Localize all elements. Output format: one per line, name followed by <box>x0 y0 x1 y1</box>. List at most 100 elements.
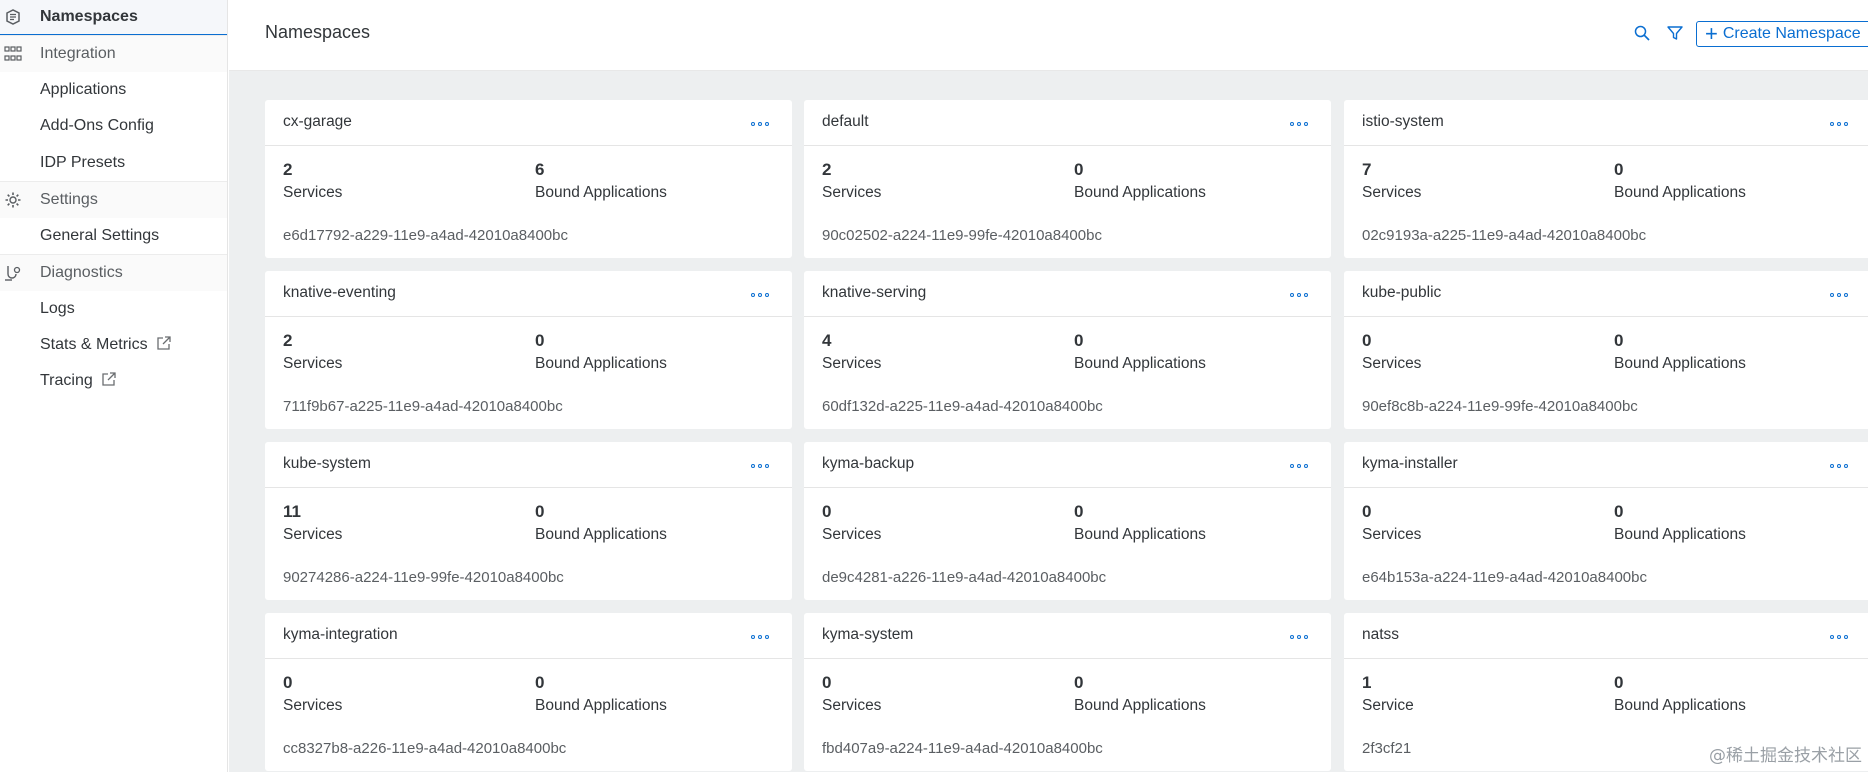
services-label: Services <box>1362 355 1422 372</box>
bound-applications-count: 0 <box>1074 160 1084 179</box>
sidebar-item-addons-config[interactable]: Add-Ons Config <box>0 108 227 145</box>
sidebar-item-label: Logs <box>40 299 75 317</box>
services-count: 0 <box>822 673 832 692</box>
namespace-name[interactable]: istio-system <box>1362 113 1444 131</box>
create-namespace-button[interactable]: + Create Namespace <box>1696 21 1868 47</box>
namespace-card[interactable]: kyma-integration 0 Services 0 Bound Applic… <box>265 613 792 771</box>
namespace-name[interactable]: kyma-system <box>822 626 913 644</box>
services-label: Service <box>1362 697 1414 714</box>
external-link-icon <box>101 371 117 392</box>
services-count: 11 <box>283 502 301 521</box>
bound-applications-label: Bound Applications <box>535 697 667 714</box>
more-options-icon[interactable] <box>1830 289 1854 301</box>
sidebar-category-settings[interactable]: Settings <box>0 181 227 218</box>
sidebar-item-idp-presets[interactable]: IDP Presets <box>0 145 227 182</box>
services-count: 0 <box>822 502 832 521</box>
bound-applications-count: 0 <box>1074 502 1084 521</box>
namespace-name[interactable]: kube-system <box>283 455 371 473</box>
namespace-name[interactable]: knative-serving <box>822 284 926 302</box>
services-count: 0 <box>1362 502 1372 521</box>
namespace-card[interactable]: kyma-system 0 Services 0 Bound Application… <box>804 613 1331 771</box>
services-label: Services <box>822 355 882 372</box>
bound-applications-label: Bound Applications <box>1614 697 1746 714</box>
sidebar-item-label: General Settings <box>40 226 160 244</box>
plus-icon: + <box>1705 21 1718 46</box>
page-title: Namespaces <box>265 22 371 42</box>
services-count: 0 <box>283 673 293 692</box>
sidebar-item-label: Applications <box>40 80 127 98</box>
namespace-name[interactable]: default <box>822 113 869 131</box>
namespace-name[interactable]: kyma-integration <box>283 626 398 644</box>
bound-applications-label: Bound Applications <box>1614 355 1746 372</box>
namespace-card[interactable]: knative-serving 4 Services 0 Bound Applica… <box>804 271 1331 429</box>
namespace-card[interactable]: kube-public 0 Services 0 Bound Application… <box>1344 271 1868 429</box>
sidebar-item-general-settings[interactable]: General Settings <box>0 218 227 255</box>
namespace-card[interactable]: kube-system 11 Services 0 Bound Applicatio… <box>265 442 792 600</box>
bound-applications-label: Bound Applications <box>1614 184 1746 201</box>
more-options-icon[interactable] <box>1290 631 1314 643</box>
more-options-icon[interactable] <box>1290 118 1314 130</box>
services-label: Services <box>822 184 882 201</box>
gear-icon <box>3 190 23 210</box>
sidebar-item-tracing[interactable]: Tracing <box>0 364 227 401</box>
sidebar-category-diagnostics[interactable]: Diagnostics <box>0 254 227 291</box>
namespace-uid: 90274286-a224-11e9-99fe-42010a8400bc <box>283 569 564 586</box>
sidebar-item-stats-metrics[interactable]: Stats & Metrics <box>0 327 227 364</box>
search-icon[interactable] <box>1633 24 1651 42</box>
integration-icon <box>3 44 23 64</box>
services-count: 7 <box>1362 160 1372 179</box>
namespace-card[interactable]: cx-garage 2 Services 6 Bound Applications … <box>265 100 792 258</box>
services-count: 2 <box>283 160 293 179</box>
bound-applications-count: 0 <box>1614 502 1624 521</box>
namespace-name[interactable]: kyma-backup <box>822 455 914 473</box>
more-options-icon[interactable] <box>751 289 775 301</box>
sidebar-item-namespaces[interactable]: Namespaces <box>0 0 227 35</box>
namespace-card[interactable]: knative-eventing 2 Services 0 Bound Applic… <box>265 271 792 429</box>
namespace-uid: 2f3cf21 <box>1362 740 1412 757</box>
sidebar: Namespaces Integration Applications Add-… <box>0 0 228 772</box>
namespace-uid: 02c9193a-a225-11e9-a4ad-42010a8400bc <box>1362 227 1647 244</box>
namespace-name[interactable]: kube-public <box>1362 284 1441 302</box>
namespace-uid: de9c4281-a226-11e9-a4ad-42010a8400bc <box>822 569 1107 586</box>
namespace-name[interactable]: cx-garage <box>283 113 352 131</box>
more-options-icon[interactable] <box>751 118 775 130</box>
sidebar-category-integration[interactable]: Integration <box>0 35 227 72</box>
namespace-uid: 90ef8c8b-a224-11e9-99fe-42010a8400bc <box>1362 398 1638 415</box>
services-count: 2 <box>822 160 832 179</box>
sidebar-item-logs[interactable]: Logs <box>0 291 227 328</box>
namespace-uid: fbd407a9-a224-11e9-a4ad-42010a8400bc <box>822 740 1103 757</box>
bound-applications-count: 0 <box>1074 673 1084 692</box>
services-label: Services <box>822 697 882 714</box>
services-label: Services <box>1362 184 1422 201</box>
more-options-icon[interactable] <box>751 631 775 643</box>
sidebar-category-label: Diagnostics <box>40 263 123 281</box>
namespace-uid: 711f9b67-a225-11e9-a4ad-42010a8400bc <box>283 398 563 415</box>
namespace-name[interactable]: natss <box>1362 626 1399 644</box>
bound-applications-count: 0 <box>535 331 545 350</box>
bound-applications-count: 0 <box>1614 331 1624 350</box>
sidebar-item-label: Add-Ons Config <box>40 117 154 135</box>
services-label: Services <box>283 697 343 714</box>
watermark: @稀土掘金技术社区 <box>1709 746 1862 766</box>
more-options-icon[interactable] <box>1830 118 1854 130</box>
sidebar-category-label: Settings <box>40 190 98 208</box>
more-options-icon[interactable] <box>1830 460 1854 472</box>
more-options-icon[interactable] <box>1290 460 1314 472</box>
more-options-icon[interactable] <box>1290 289 1314 301</box>
bound-applications-count: 0 <box>535 673 545 692</box>
namespace-card[interactable]: istio-system 7 Services 0 Bound Applicatio… <box>1344 100 1868 258</box>
filter-icon[interactable] <box>1666 24 1684 42</box>
services-count: 1 <box>1362 673 1372 692</box>
external-link-icon <box>156 335 172 356</box>
namespace-name[interactable]: kyma-installer <box>1362 455 1458 473</box>
namespace-card[interactable]: kyma-backup 0 Services 0 Bound Application… <box>804 442 1331 600</box>
namespace-card[interactable]: default 2 Services 0 Bound Applications 90… <box>804 100 1331 258</box>
sidebar-item-applications[interactable]: Applications <box>0 72 227 109</box>
more-options-icon[interactable] <box>751 460 775 472</box>
more-options-icon[interactable] <box>1830 631 1854 643</box>
diagnostics-icon <box>3 263 23 283</box>
namespace-card[interactable]: kyma-installer 0 Services 0 Bound Applicat… <box>1344 442 1868 600</box>
bound-applications-count: 0 <box>1614 160 1624 179</box>
namespace-name[interactable]: knative-eventing <box>283 284 396 302</box>
services-label: Services <box>822 526 882 543</box>
